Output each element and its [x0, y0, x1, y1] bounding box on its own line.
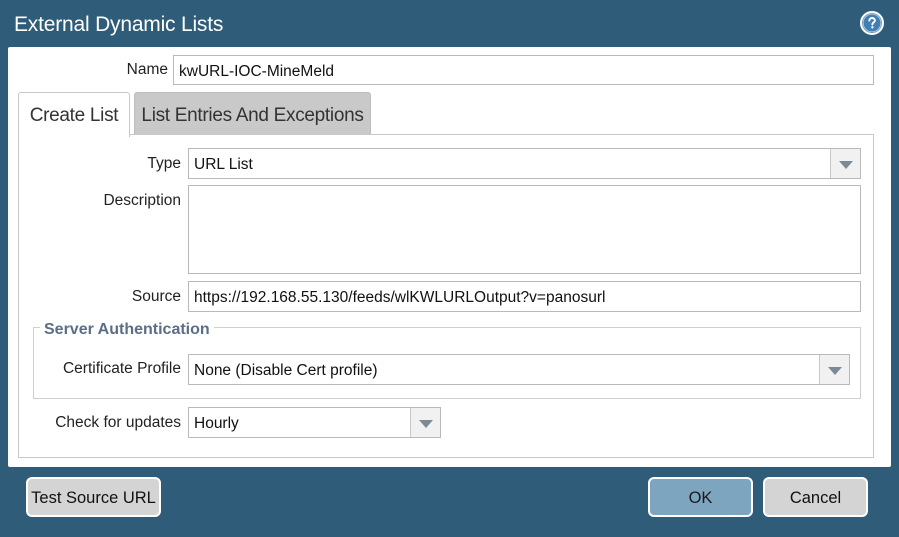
certificate-profile-label: Certificate Profile: [62, 360, 181, 377]
check-for-updates-label: Check for updates: [55, 414, 181, 431]
cancel-label: Cancel: [789, 489, 842, 507]
certificate-profile-value: None (Disable Cert profile): [194, 362, 378, 379]
dialog-title: External Dynamic Lists: [0, 0, 899, 48]
dialog-title-text: External Dynamic Lists: [14, 13, 224, 36]
type-select-value: URL List: [194, 156, 253, 173]
certificate-profile-select[interactable]: None (Disable Cert profile): [188, 354, 850, 385]
external-dynamic-lists-dialog: External Dynamic Lists Name kwURL-IOC-Mi…: [0, 0, 899, 537]
source-label: Source: [131, 288, 181, 305]
cancel-button[interactable]: Cancel: [763, 477, 868, 517]
check-for-updates-value: Hourly: [194, 415, 239, 432]
ok-label: OK: [688, 489, 713, 507]
test-source-url-label: Test Source URL: [31, 489, 156, 507]
type-select[interactable]: URL List: [188, 148, 861, 179]
chevron-down-icon[interactable]: [819, 355, 849, 384]
type-label: Type: [147, 155, 181, 172]
name-input-value: kwURL-IOC-MineMeld: [179, 63, 335, 80]
ok-button[interactable]: OK: [648, 477, 753, 517]
check-for-updates-select[interactable]: Hourly: [188, 407, 441, 438]
tab-list-entries-label: List Entries And Exceptions: [141, 105, 364, 126]
description-label: Description: [103, 192, 181, 209]
tab-create-list-label: Create List: [29, 105, 119, 126]
source-input[interactable]: https://192.168.55.130/feeds/wlKWLURLOut…: [188, 281, 861, 312]
tab-list-entries-and-exceptions[interactable]: List Entries And Exceptions: [134, 92, 371, 136]
question-circle-icon[interactable]: [860, 11, 884, 35]
source-input-value: https://192.168.55.130/feeds/wlKWLURLOut…: [194, 289, 606, 306]
chevron-down-icon[interactable]: [410, 408, 440, 437]
test-source-url-button[interactable]: Test Source URL: [26, 477, 161, 517]
server-authentication-legend: Server Authentication: [40, 321, 214, 339]
name-label: Name: [126, 61, 168, 78]
description-textarea[interactable]: [188, 185, 861, 274]
name-input[interactable]: kwURL-IOC-MineMeld: [173, 55, 874, 85]
chevron-down-icon[interactable]: [830, 149, 860, 178]
tab-create-list[interactable]: Create List: [18, 92, 130, 137]
